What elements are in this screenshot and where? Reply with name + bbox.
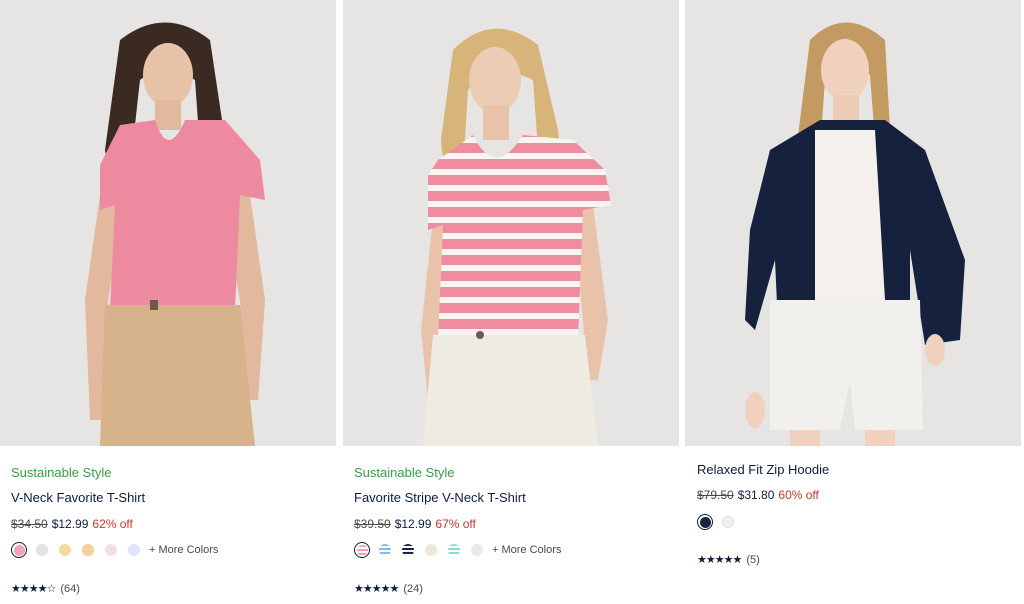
price-row: $39.50 $12.99 67% off xyxy=(354,517,476,531)
review-count: (64) xyxy=(60,582,80,595)
discount-label: 60% off xyxy=(778,488,819,502)
color-swatches: + More Colors xyxy=(354,541,561,559)
swatch-navy-stripe[interactable] xyxy=(402,544,414,556)
color-swatches xyxy=(697,513,745,531)
star-rating-icon: ★★★★★ xyxy=(354,583,399,595)
swatch-selected-navy[interactable] xyxy=(697,514,713,530)
swatch-gray[interactable] xyxy=(36,544,48,556)
swatch-selected-pink-stripe[interactable] xyxy=(354,542,370,558)
swatch-peach[interactable] xyxy=(82,544,94,556)
price-row: $79.50 $31.80 60% off xyxy=(697,488,819,502)
swatch-cream[interactable] xyxy=(425,544,437,556)
swatch-light-blue[interactable] xyxy=(128,544,140,556)
product-title[interactable]: V-Neck Favorite T-Shirt xyxy=(11,490,145,505)
review-count: (24) xyxy=(403,582,423,595)
rating[interactable]: ★★★★★ (5) xyxy=(697,553,760,567)
swatch-white[interactable] xyxy=(722,516,734,528)
original-price: $34.50 xyxy=(11,517,48,531)
discount-label: 67% off xyxy=(435,517,476,531)
sustainable-style-tag: Sustainable Style xyxy=(11,465,112,480)
product-title[interactable]: Relaxed Fit Zip Hoodie xyxy=(697,462,829,477)
rating[interactable]: ★★★★★ (24) xyxy=(354,582,423,596)
original-price: $79.50 xyxy=(697,488,734,502)
product-image[interactable] xyxy=(343,0,679,446)
product-card[interactable]: Sustainable Style V-Neck Favorite T-Shir… xyxy=(0,0,336,604)
sale-price: $31.80 xyxy=(737,488,775,502)
model-photo-pink-vneck xyxy=(0,0,336,446)
swatch-selected-pink[interactable] xyxy=(11,542,27,558)
star-rating-icon: ★★★★☆ xyxy=(11,583,56,595)
price-row: $34.50 $12.99 62% off xyxy=(11,517,133,531)
swatch-light[interactable] xyxy=(471,544,483,556)
more-colors-link[interactable]: + More Colors xyxy=(492,544,561,556)
swatch-aqua-stripe[interactable] xyxy=(448,544,460,556)
swatch-yellow[interactable] xyxy=(59,544,71,556)
product-title[interactable]: Favorite Stripe V-Neck T-Shirt xyxy=(354,490,526,505)
color-swatches: + More Colors xyxy=(11,541,218,559)
product-card[interactable]: Sustainable Style Favorite Stripe V-Neck… xyxy=(343,0,679,604)
sale-price: $12.99 xyxy=(51,517,89,531)
star-rating-icon: ★★★★★ xyxy=(697,554,742,566)
product-card[interactable]: Relaxed Fit Zip Hoodie $79.50 $31.80 60% o… xyxy=(685,0,1021,604)
review-count: (5) xyxy=(746,553,760,566)
product-image[interactable] xyxy=(0,0,336,446)
discount-label: 62% off xyxy=(92,517,133,531)
product-image[interactable] xyxy=(685,0,1021,446)
rating[interactable]: ★★★★☆ (64) xyxy=(11,582,80,596)
sustainable-style-tag: Sustainable Style xyxy=(354,465,455,480)
swatch-blue-stripe[interactable] xyxy=(379,544,391,556)
sale-price: $12.99 xyxy=(394,517,432,531)
swatch-light-pink[interactable] xyxy=(105,544,117,556)
more-colors-link[interactable]: + More Colors xyxy=(149,544,218,556)
model-photo-stripe-vneck xyxy=(343,0,679,446)
model-photo-zip-hoodie xyxy=(685,0,1021,446)
original-price: $39.50 xyxy=(354,517,391,531)
